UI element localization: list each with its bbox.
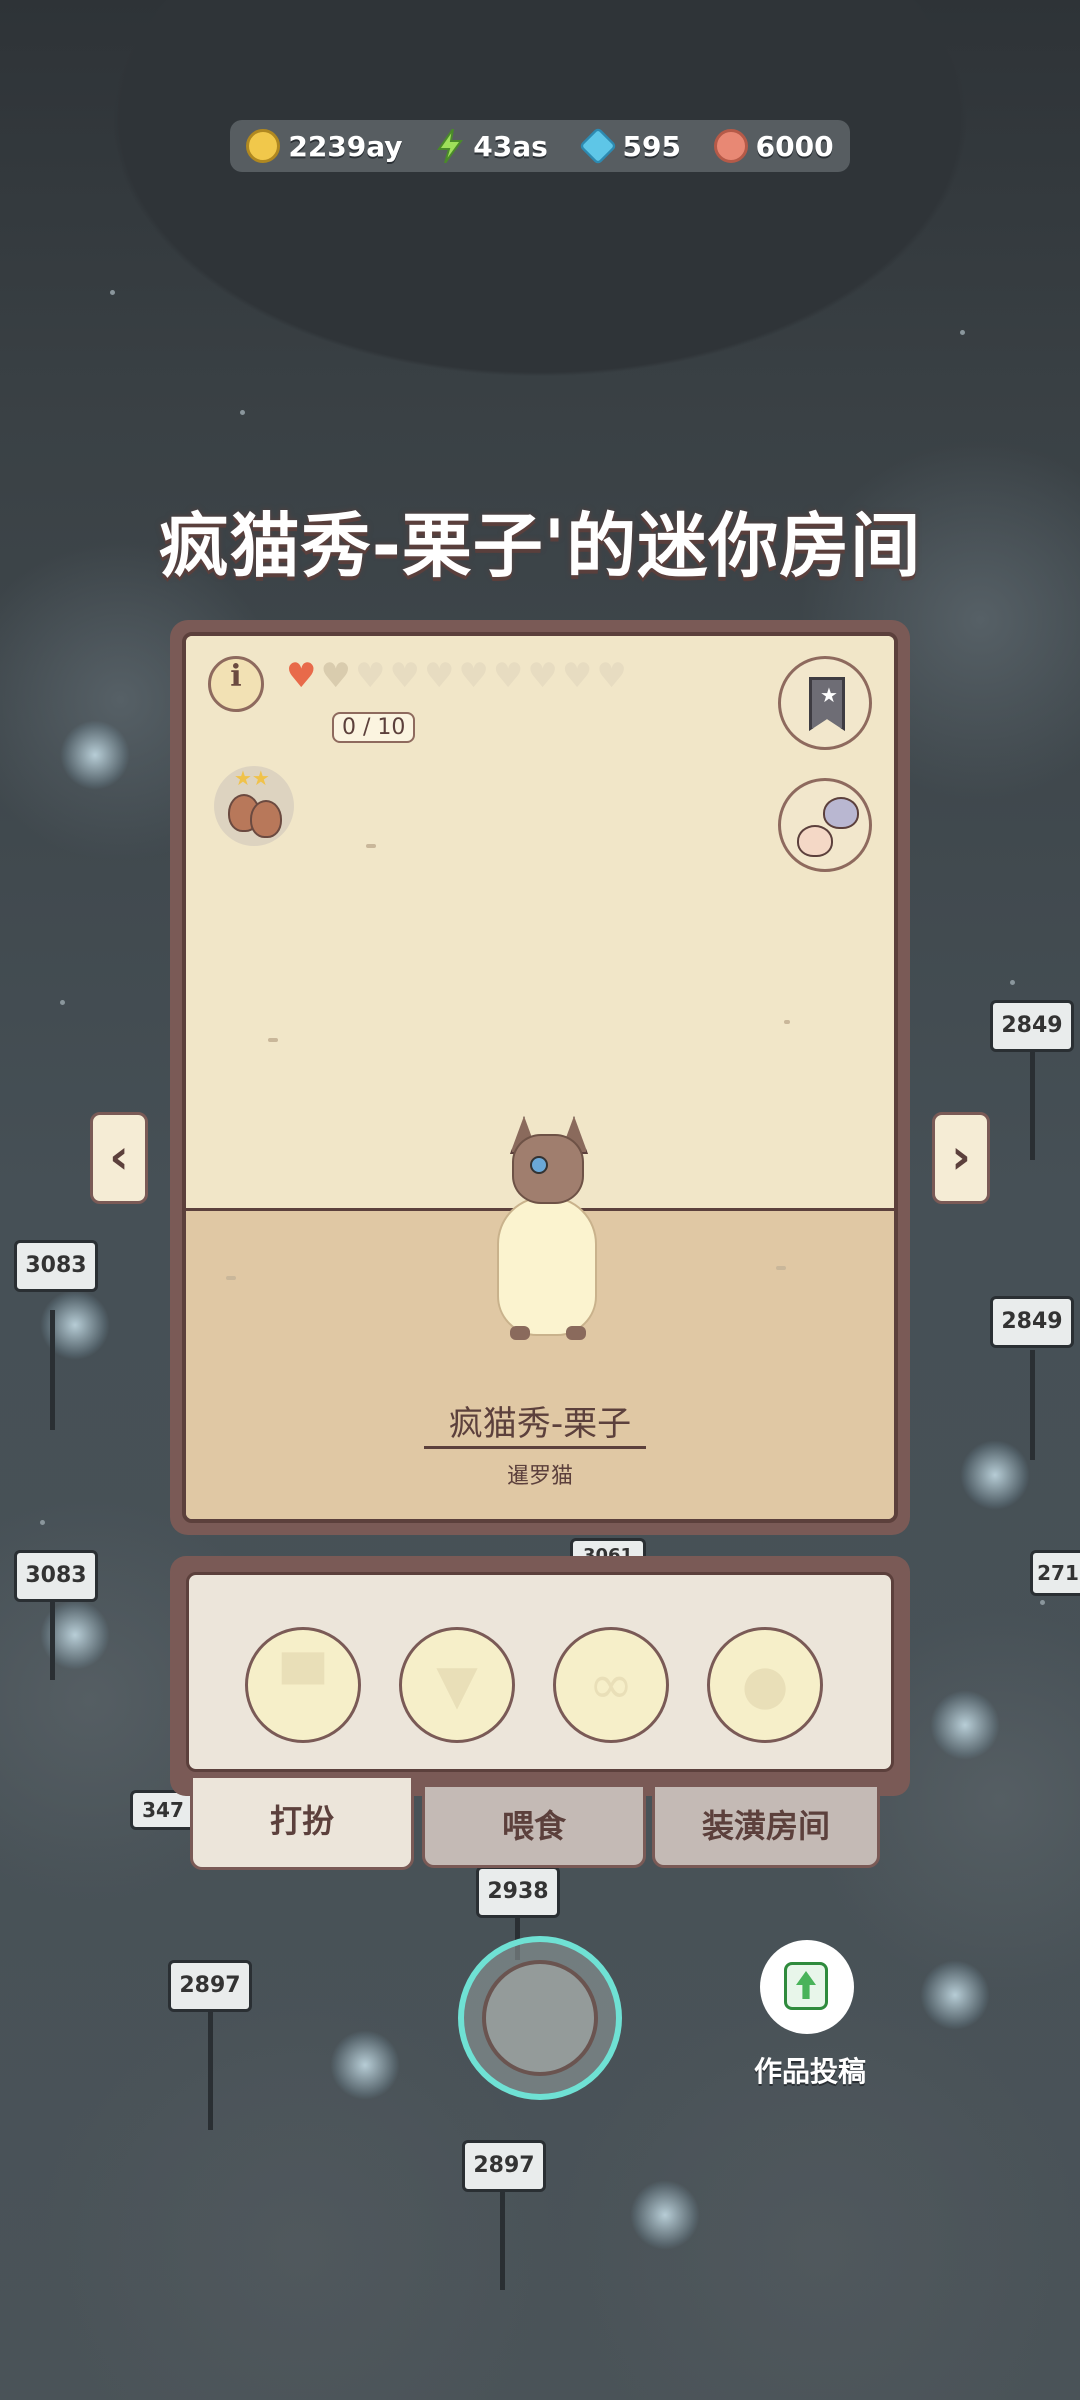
- pet-breed: 暹罗猫: [506, 1464, 573, 1489]
- cat-face-icon: [823, 797, 859, 829]
- gem-icon: [578, 126, 617, 166]
- bg-sign: 3083: [14, 1550, 98, 1602]
- upload-icon: [784, 1962, 828, 2010]
- name-underline: [424, 1446, 646, 1449]
- info-button[interactable]: i: [208, 656, 264, 712]
- affection-progress: 0 / 10: [332, 712, 416, 743]
- submit-work-label: 作品投稿: [753, 2055, 866, 2088]
- face-accessory-icon: ●: [741, 1653, 789, 1716]
- lightning-icon: [437, 129, 464, 163]
- heart-icon: ♥: [320, 656, 351, 696]
- hat-icon: ▀: [282, 1653, 324, 1716]
- cat-face-icon: [797, 825, 833, 857]
- face-accessory-slot[interactable]: ●: [707, 1627, 823, 1743]
- star-icon: ★: [820, 683, 838, 707]
- bg-sign: 2849: [990, 1000, 1074, 1052]
- siamese-cat-character[interactable]: [492, 1116, 602, 1346]
- glasses-slot[interactable]: ∞: [553, 1627, 669, 1743]
- chevron-right-icon: ›: [951, 1129, 971, 1185]
- submit-work-button[interactable]: [760, 1940, 854, 2034]
- currency-bar: 2239ay 43as 595 6000: [230, 120, 850, 172]
- heart-icon: ♥: [561, 656, 593, 696]
- gem-counter[interactable]: 595: [578, 126, 681, 166]
- previous-room-button[interactable]: ‹: [90, 1112, 148, 1204]
- bg-sign: 2849: [990, 1296, 1074, 1348]
- tab-decorate-room[interactable]: 装潢房间: [652, 1784, 880, 1868]
- pet-name: 疯猫秀-栗子: [448, 1404, 632, 1444]
- bg-sign: 347: [130, 1790, 196, 1830]
- shirt-slot[interactable]: ▼: [399, 1627, 515, 1743]
- hat-slot[interactable]: ▀: [245, 1627, 361, 1743]
- outfit-panel: ▀ ▼ ∞ ●: [170, 1556, 910, 1796]
- panel-tabs: 打扮 喂食 装潢房间: [190, 1778, 890, 1874]
- affection-hearts: ♥ ♥ ♥ ♥ ♥ ♥ ♥ ♥ ♥ ♥: [286, 658, 627, 694]
- coin-icon: [246, 129, 281, 163]
- room-card: i ♥ ♥ ♥ ♥ ♥ ♥ ♥ ♥ ♥ ♥ 0 / 10 ★★ ★ 疯猫秀-栗子 暹罗猫: [170, 620, 910, 1535]
- bg-sign: 2897: [462, 2140, 546, 2192]
- switch-cat-button[interactable]: [778, 778, 872, 872]
- next-room-button[interactable]: ›: [932, 1112, 990, 1204]
- paw-icon: [713, 129, 748, 163]
- heart-icon: ♥: [596, 656, 627, 696]
- bg-sign: 3083: [14, 1240, 98, 1292]
- tab-feed[interactable]: 喂食: [422, 1784, 646, 1868]
- room-title: 疯猫秀-栗子'的迷你房间: [158, 505, 922, 587]
- heart-icon: ♥: [423, 656, 455, 696]
- camera-capture-button[interactable]: [458, 1936, 622, 2100]
- glasses-icon: ∞: [588, 1653, 634, 1716]
- coin-counter[interactable]: 2239ay: [246, 129, 403, 163]
- acorn-icon[interactable]: ★★: [214, 766, 294, 846]
- heart-icon: ♥: [286, 656, 317, 696]
- heart-icon: ♥: [527, 656, 558, 696]
- paw-counter[interactable]: 6000: [713, 129, 834, 163]
- tab-dress[interactable]: 打扮: [190, 1778, 414, 1870]
- energy-counter[interactable]: 43as: [435, 129, 548, 163]
- shirt-icon: ▼: [436, 1653, 478, 1716]
- heart-icon: ♥: [492, 656, 524, 696]
- bg-sign: 2897: [168, 1960, 252, 2012]
- chevron-left-icon: ‹: [109, 1129, 129, 1185]
- heart-icon: ♥: [458, 656, 489, 696]
- bookmark-button[interactable]: ★: [778, 656, 872, 750]
- heart-icon: ♥: [354, 656, 386, 696]
- bg-sign: 271: [1030, 1550, 1080, 1596]
- heart-icon: ♥: [389, 656, 420, 696]
